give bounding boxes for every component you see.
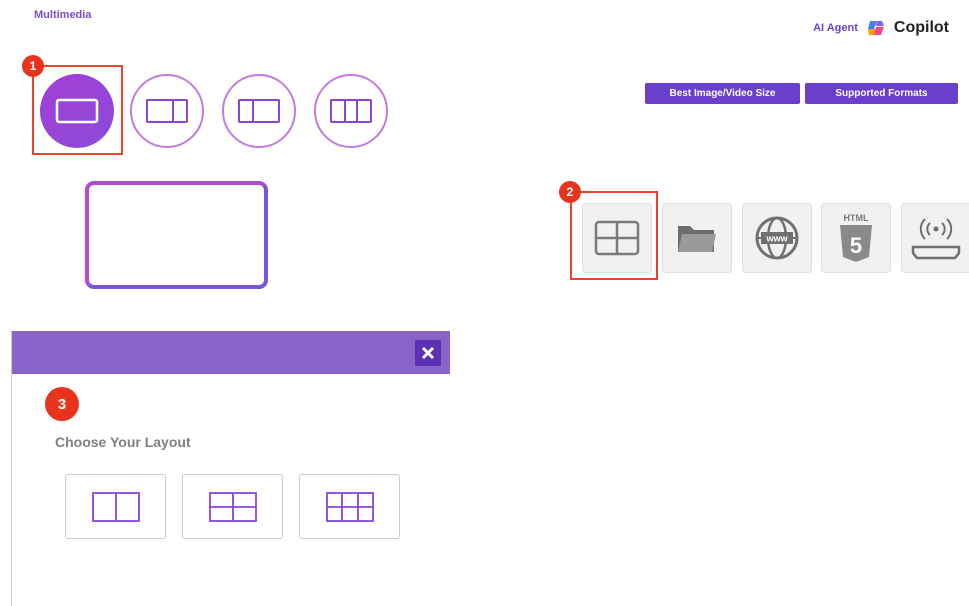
layout-option-split-unequal[interactable] bbox=[130, 74, 204, 148]
html5-icon: HTML 5 bbox=[840, 213, 872, 262]
layout-card-three-by-two[interactable] bbox=[299, 474, 400, 539]
globe-www-icon: www bbox=[755, 216, 799, 260]
source-tile-hdmi[interactable] bbox=[901, 203, 969, 273]
section-title: Multimedia bbox=[34, 9, 92, 21]
split-two-unequal-icon bbox=[146, 99, 188, 123]
step-badge-3: 3 bbox=[45, 387, 79, 421]
step-badge-2: 2 bbox=[559, 181, 581, 203]
modal-header bbox=[12, 331, 450, 374]
brand-name: Copilot bbox=[893, 19, 949, 36]
folder-icon bbox=[678, 226, 716, 252]
source-tile-folder[interactable] bbox=[662, 203, 732, 273]
choose-layout-modal: Choose Your Layout bbox=[11, 331, 450, 606]
html5-digit: 5 bbox=[850, 233, 862, 258]
split-three-icon bbox=[330, 99, 372, 123]
copilot-logo-icon bbox=[867, 21, 884, 35]
close-icon bbox=[421, 346, 435, 360]
layout-preview-screen bbox=[85, 181, 268, 289]
layout-card-two-by-two[interactable] bbox=[182, 474, 283, 539]
layout-two-by-two-icon bbox=[208, 491, 257, 522]
layout-three-by-two-icon bbox=[325, 491, 374, 522]
layout-option-split-equal[interactable] bbox=[222, 74, 296, 148]
hdmi-broadcast-icon bbox=[911, 218, 960, 260]
split-two-equal-icon bbox=[238, 99, 280, 123]
source-tile-web[interactable]: www bbox=[742, 203, 812, 273]
modal-close-button[interactable] bbox=[415, 340, 441, 366]
svg-text:www: www bbox=[765, 234, 788, 244]
step-badge-1: 1 bbox=[22, 55, 44, 77]
html5-label: HTML bbox=[844, 213, 869, 223]
brand: AI Agent Copilot bbox=[813, 18, 949, 38]
supported-formats-button[interactable]: Supported Formats bbox=[805, 83, 958, 104]
layout-option-split-three[interactable] bbox=[314, 74, 388, 148]
brand-agent-label: AI Agent bbox=[813, 22, 858, 34]
source-tile-html5[interactable]: HTML 5 bbox=[821, 203, 891, 273]
highlight-box-1 bbox=[32, 65, 123, 155]
modal-title: Choose Your Layout bbox=[55, 434, 191, 450]
layout-card-two-columns[interactable] bbox=[65, 474, 166, 539]
highlight-box-2 bbox=[570, 191, 658, 280]
best-size-button[interactable]: Best Image/Video Size bbox=[645, 83, 800, 104]
layout-two-columns-icon bbox=[91, 491, 140, 522]
